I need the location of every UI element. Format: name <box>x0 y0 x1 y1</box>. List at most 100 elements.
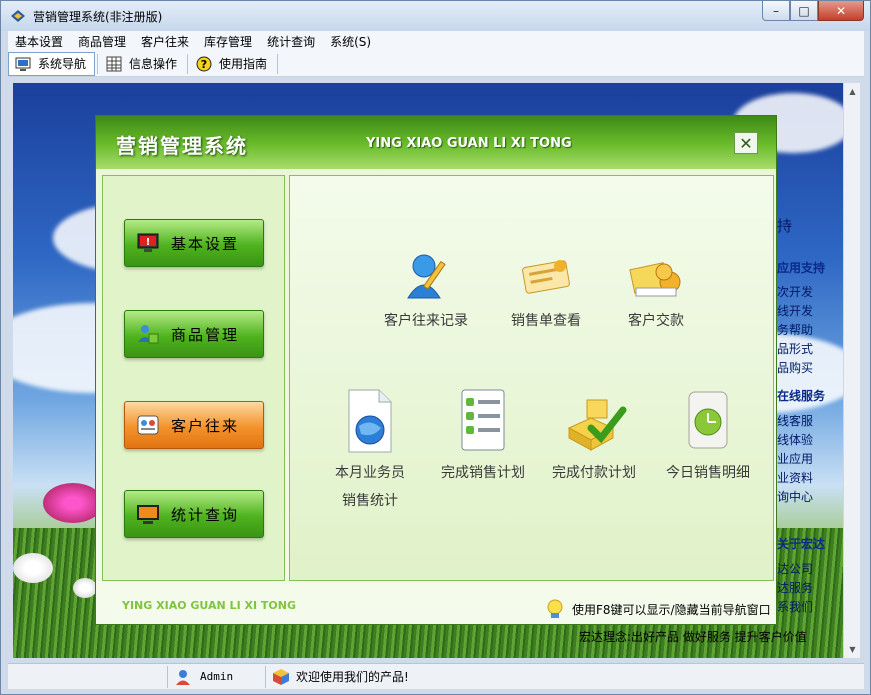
sidebar-link[interactable]: 线体验 <box>777 431 813 448</box>
menu-system[interactable]: 系统(S) <box>323 33 379 50</box>
tile-today-sales-details[interactable]: 今日销售明细 <box>648 388 768 482</box>
cube-icon <box>273 668 289 685</box>
tile-customer-payment-label: 客户交款 <box>628 313 684 329</box>
checklist-icon <box>461 389 505 451</box>
sidebar-link[interactable]: 线客服 <box>777 412 813 429</box>
scroll-down-icon[interactable]: ▼ <box>844 641 861 658</box>
menu-customers[interactable]: 客户往来 <box>134 33 197 50</box>
status-cell-empty <box>8 665 168 688</box>
toolbar: 系统导航 信息操作 ? 使用指南 <box>8 51 864 77</box>
tile-payment-plan-done-label: 完成付款计划 <box>552 465 636 481</box>
sidebar-link[interactable]: 务帮助 <box>777 321 813 338</box>
tile-customer-payment[interactable]: 客户交款 <box>596 252 716 330</box>
menu-statistics[interactable]: 统计查询 <box>260 33 323 50</box>
tile-monthly-staff-sales-label-2: 销售统计 <box>342 493 398 509</box>
lightbulb-icon <box>547 599 563 618</box>
menu-bar: 基本设置 商品管理 客户往来 库存管理 统计查询 系统(S) <box>8 31 864 51</box>
toolbar-divider <box>97 53 99 74</box>
function-panel: 客户往来记录 销售单查看 客户交款 本月业务员 销售统计 完成销售计划 完成付款… <box>289 175 774 581</box>
customer-payment-icon <box>629 262 681 297</box>
nav-customers-button[interactable]: 客户往来 <box>124 401 264 449</box>
toolbar-divider <box>277 53 279 74</box>
sidebar-heading-support: 应用支持 <box>777 261 826 275</box>
settings-icon: ! <box>135 230 161 256</box>
nav-statistics-label: 统计查询 <box>171 505 240 524</box>
app-icon <box>11 10 25 22</box>
nav-customers-label: 客户往来 <box>171 416 240 435</box>
sidebar-link[interactable]: 品形式 <box>777 340 813 357</box>
footer-hint-text: 使用F8键可以显示/隐藏当前导航窗口 <box>572 602 771 617</box>
dialog-header: 营销管理系统 YING XIAO GUAN LI XI TONG ✕ <box>96 116 776 169</box>
sidebar-heading-online: 在线服务 <box>777 389 826 403</box>
sales-order-icon <box>522 260 570 294</box>
tile-sales-plan-done-label: 完成销售计划 <box>441 465 525 481</box>
company-slogan: 宏达理念:出好产品 做好服务 提升客户价值 <box>579 630 807 644</box>
dialog-close-button[interactable]: ✕ <box>734 132 758 154</box>
tile-monthly-staff-sales-label: 本月业务员 <box>335 465 405 481</box>
nav-basic-settings-label: 基本设置 <box>171 234 240 253</box>
tab-user-guide[interactable]: ? 使用指南 <box>190 52 275 76</box>
globe-document-icon <box>348 389 392 453</box>
tile-customer-record[interactable]: 客户往来记录 <box>366 252 486 330</box>
tile-customer-record-label: 客户往来记录 <box>384 313 468 329</box>
category-panel: ! 基本设置 商品管理 客户往来 统计查询 <box>102 175 285 581</box>
help-icon: ? <box>196 56 212 71</box>
sidebar-fragment: 持 <box>777 217 793 235</box>
maximize-button[interactable]: □ <box>790 1 818 21</box>
user-icon <box>176 669 190 685</box>
sidebar-link[interactable]: 品购买 <box>777 359 813 376</box>
dialog-title: 营销管理系统 <box>116 134 248 158</box>
payment-done-icon <box>567 399 627 451</box>
tab-system-nav-label: 系统导航 <box>38 57 87 71</box>
scroll-up-icon[interactable]: ▲ <box>844 83 861 100</box>
status-message-cell: 欢迎使用我们的产品! <box>266 666 415 688</box>
tab-user-guide-label: 使用指南 <box>219 57 268 71</box>
footer-hint: 使用F8键可以显示/隐藏当前导航窗口 <box>544 598 771 620</box>
menu-goods[interactable]: 商品管理 <box>71 33 134 50</box>
goods-icon <box>135 321 161 347</box>
menu-inventory[interactable]: 库存管理 <box>197 33 260 50</box>
dialog-pinyin: YING XIAO GUAN LI XI TONG <box>366 136 572 151</box>
tab-info-ops-label: 信息操作 <box>129 57 178 71</box>
minimize-button[interactable]: – <box>762 1 790 21</box>
sidebar-link[interactable]: 询中心 <box>777 488 813 505</box>
svg-text:?: ? <box>201 58 207 71</box>
tile-sales-order[interactable]: 销售单查看 <box>486 252 606 330</box>
svg-text:!: ! <box>146 237 151 248</box>
statistics-icon <box>135 501 161 527</box>
clock-icon <box>688 391 728 449</box>
sidebar-link[interactable]: 业应用 <box>777 450 813 467</box>
sidebar-link[interactable]: 次开发 <box>777 283 813 300</box>
navigation-dialog: 营销管理系统 YING XIAO GUAN LI XI TONG ✕ ! 基本设… <box>95 115 777 625</box>
monitor-icon <box>15 57 31 71</box>
sidebar-link[interactable]: 系我们 <box>777 598 813 615</box>
sidebar-link[interactable]: 达服务 <box>777 579 813 596</box>
tab-info-ops[interactable]: 信息操作 <box>100 52 185 76</box>
status-user: Admin <box>200 670 234 683</box>
status-bar: Admin 欢迎使用我们的产品! <box>8 663 864 689</box>
nav-statistics-button[interactable]: 统计查询 <box>124 490 264 538</box>
dialog-footer: YING XIAO GUAN LI XI TONG 使用F8键可以显示/隐藏当前… <box>96 582 776 624</box>
toolbar-divider <box>187 53 189 74</box>
menu-basic-settings[interactable]: 基本设置 <box>8 33 71 50</box>
tile-monthly-staff-sales[interactable]: 本月业务员 销售统计 <box>310 388 430 510</box>
sidebar-heading-about: 关于宏达 <box>777 537 826 551</box>
nav-basic-settings-button[interactable]: ! 基本设置 <box>124 219 264 267</box>
sidebar-link[interactable]: 线开发 <box>777 302 813 319</box>
sidebar-link[interactable]: 业资料 <box>777 469 813 486</box>
nav-goods-button[interactable]: 商品管理 <box>124 310 264 358</box>
tile-sales-order-label: 销售单查看 <box>511 313 581 329</box>
contacts-icon <box>135 412 161 438</box>
grid-icon <box>106 56 122 71</box>
customer-record-icon <box>407 254 446 299</box>
sidebar-link[interactable]: 达公司 <box>777 560 813 577</box>
close-button[interactable]: ✕ <box>818 1 864 21</box>
title-bar: 营销管理系统(非注册版) – □ ✕ <box>1 1 870 31</box>
tile-today-sales-details-label: 今日销售明细 <box>666 465 750 481</box>
tile-payment-plan-done[interactable]: 完成付款计划 <box>534 388 654 482</box>
vertical-scrollbar[interactable]: ▲ ▼ <box>843 83 860 658</box>
tile-sales-plan-done[interactable]: 完成销售计划 <box>423 388 543 482</box>
tab-system-nav[interactable]: 系统导航 <box>8 51 96 76</box>
window-title: 营销管理系统(非注册版) <box>33 9 163 24</box>
status-message: 欢迎使用我们的产品! <box>296 670 409 684</box>
